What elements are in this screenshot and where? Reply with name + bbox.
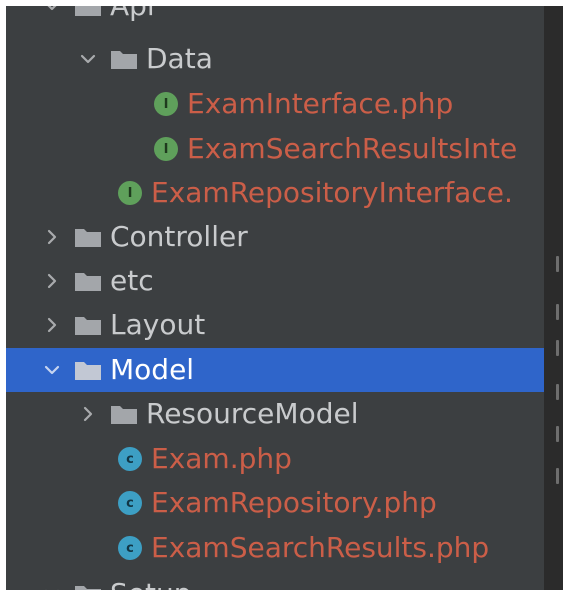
folder-icon <box>74 314 102 336</box>
tree-item-exam[interactable]: c Exam.php <box>6 437 544 481</box>
tree-item-model[interactable]: Model <box>6 348 544 392</box>
tree-item-label: ExamSearchResults.php <box>151 531 490 564</box>
tree-item-exam-search-results-interface[interactable]: I ExamSearchResultsInte <box>6 127 544 171</box>
folder-icon <box>74 270 102 292</box>
folder-icon <box>74 226 102 248</box>
folder-icon <box>110 48 138 70</box>
tree-item-exam-search-results[interactable]: c ExamSearchResults.php <box>6 526 544 570</box>
tree-item-exam-interface[interactable]: I ExamInterface.php <box>6 82 544 126</box>
project-tree: Api Data I ExamInterface.php I ExamSearc… <box>6 6 544 590</box>
chevron-down-icon[interactable] <box>42 584 62 590</box>
gutter-mark <box>556 384 559 400</box>
tree-item-data[interactable]: Data <box>6 37 544 81</box>
tree-item-label: Layout <box>110 308 206 341</box>
tree-item-label: ExamRepositoryInterface. <box>151 176 513 209</box>
chevron-right-icon[interactable] <box>42 315 62 335</box>
tree-item-resource-model[interactable]: ResourceModel <box>6 392 544 436</box>
tree-item-label: ResourceModel <box>146 397 359 430</box>
gutter-mark <box>556 256 559 272</box>
tree-item-controller[interactable]: Controller <box>6 215 544 259</box>
editor-gutter <box>544 6 563 590</box>
gutter-mark <box>556 340 559 356</box>
chevron-down-icon[interactable] <box>42 6 62 16</box>
class-icon: c <box>118 447 142 471</box>
tree-item-label: Model <box>110 353 195 386</box>
interface-icon: I <box>154 92 178 116</box>
folder-icon <box>74 359 102 381</box>
tree-item-label: Setup <box>110 572 192 590</box>
chevron-down-icon[interactable] <box>42 360 62 380</box>
tree-item-exam-repository-interface[interactable]: I ExamRepositoryInterface. <box>6 171 544 215</box>
folder-icon <box>74 583 102 590</box>
interface-icon: I <box>154 137 178 161</box>
tree-item-label: ExamRepository.php <box>151 486 437 519</box>
tree-item-label: Data <box>146 42 213 75</box>
tree-item-etc[interactable]: etc <box>6 259 544 303</box>
tree-item-setup[interactable]: Setup <box>6 572 544 590</box>
chevron-right-icon[interactable] <box>78 404 98 424</box>
tree-item-label: Api <box>110 6 155 28</box>
tree-item-api[interactable]: Api <box>6 6 544 28</box>
folder-icon <box>74 6 102 17</box>
class-icon: c <box>118 491 142 515</box>
gutter-mark <box>556 426 559 442</box>
chevron-right-icon[interactable] <box>42 227 62 247</box>
tree-item-exam-repository[interactable]: c ExamRepository.php <box>6 481 544 525</box>
gutter-mark <box>556 468 559 484</box>
gutter-mark <box>556 304 559 320</box>
chevron-down-icon[interactable] <box>78 49 98 69</box>
tree-item-label: etc <box>110 264 154 297</box>
tree-item-label: Exam.php <box>151 442 292 475</box>
tree-item-layout[interactable]: Layout <box>6 303 544 347</box>
chevron-right-icon[interactable] <box>42 271 62 291</box>
class-icon: c <box>118 536 142 560</box>
tree-item-label: Controller <box>110 220 248 253</box>
tree-item-label: ExamSearchResultsInte <box>187 132 518 165</box>
interface-icon: I <box>118 181 142 205</box>
tree-item-label: ExamInterface.php <box>187 87 454 120</box>
folder-icon <box>110 403 138 425</box>
